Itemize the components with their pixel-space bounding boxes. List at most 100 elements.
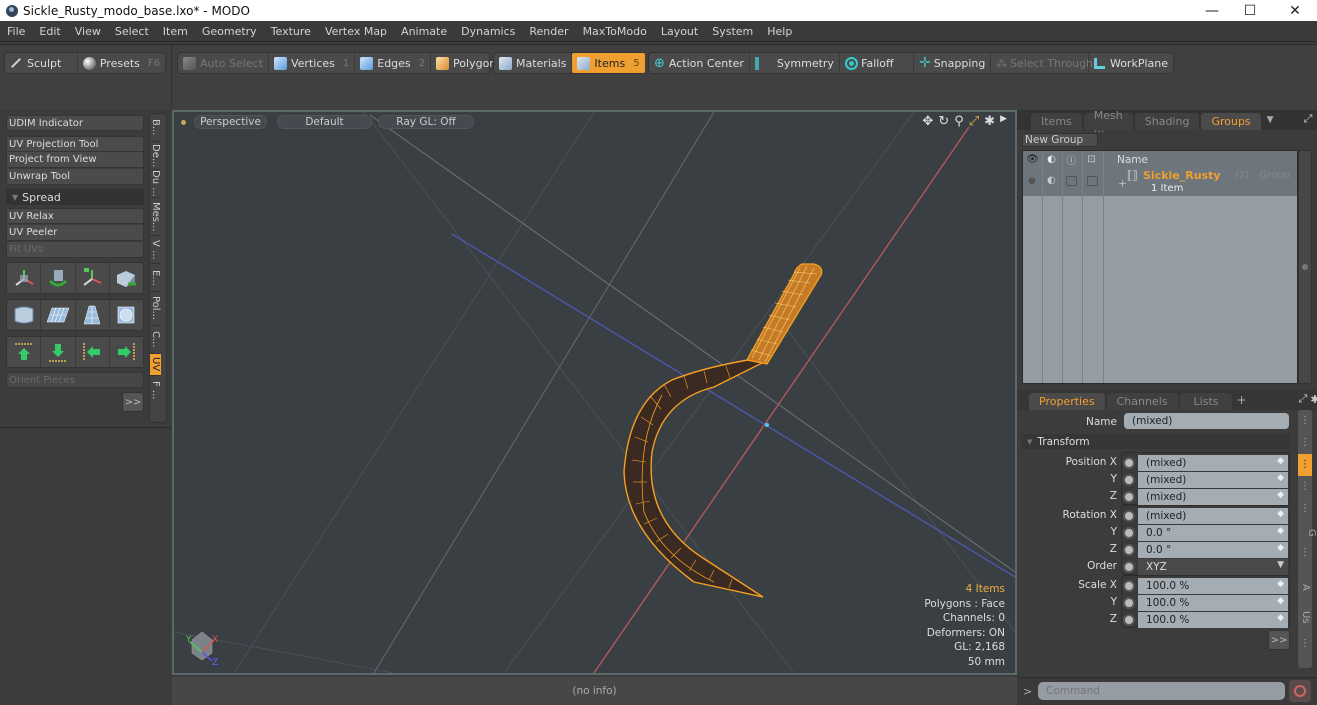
align-left-icon[interactable] xyxy=(76,337,110,367)
tab-channels[interactable]: Channels xyxy=(1106,393,1178,410)
keyframe-toggle[interactable] xyxy=(1123,474,1135,486)
keyframe-toggle[interactable] xyxy=(1123,457,1135,469)
menu-item[interactable]: Item xyxy=(156,25,195,38)
materials-button[interactable]: Materials xyxy=(494,53,573,73)
record-macro-button[interactable] xyxy=(1289,680,1311,702)
side-tab-us[interactable]: Us xyxy=(1298,602,1312,632)
lock-column-icon[interactable]: ⓘ xyxy=(1061,152,1082,167)
project-from-view-button[interactable]: Project from View xyxy=(6,152,144,168)
uv-cylinder-icon[interactable] xyxy=(7,300,42,330)
items-button[interactable]: Items 5 xyxy=(572,53,645,73)
vtab-basic[interactable]: B... xyxy=(150,114,161,142)
zoom-icon[interactable]: ⚲ xyxy=(954,114,964,129)
more-properties-button[interactable]: >> xyxy=(1268,630,1290,650)
vertices-button[interactable]: Vertices 1 xyxy=(269,53,356,73)
expand-panel-icon[interactable]: ⤢ xyxy=(1299,392,1308,406)
side-tab-5[interactable]: ⋮ xyxy=(1298,498,1312,520)
sickle-mesh[interactable] xyxy=(623,263,823,598)
keyframe-toggle[interactable] xyxy=(1123,561,1135,573)
orient-pieces-button[interactable]: Orient Pieces xyxy=(6,372,144,388)
uv-projection-tool-button[interactable]: UV Projection Tool xyxy=(6,136,144,152)
shading-dropdown[interactable]: Default xyxy=(277,115,372,129)
maximize-viewport-icon[interactable]: ⤢ xyxy=(969,114,979,129)
view-type-dropdown[interactable]: Perspective xyxy=(194,115,267,129)
edges-button[interactable]: Edges 2 xyxy=(355,53,432,73)
uv-scale-icon[interactable] xyxy=(76,263,110,293)
rotation-x-field[interactable]: (mixed) ◆ xyxy=(1138,508,1288,524)
pan-icon[interactable]: ✥ xyxy=(922,114,933,129)
tabs-dropdown-icon[interactable]: ▼ xyxy=(1267,115,1274,125)
uv-peeler-button[interactable]: UV Peeler xyxy=(6,225,144,241)
vtab-uv[interactable]: UV xyxy=(150,354,161,376)
side-tab-2[interactable]: ⋮ xyxy=(1298,432,1312,454)
menu-render[interactable]: Render xyxy=(522,25,575,38)
drag-value-icon[interactable]: ◆ xyxy=(1277,526,1284,536)
menu-file[interactable]: File xyxy=(0,25,32,38)
transform-section[interactable]: ▼ Transform xyxy=(1022,434,1290,449)
vtab-vertex[interactable]: V ... xyxy=(150,236,161,264)
more-tools-button[interactable]: >> xyxy=(122,392,144,412)
side-tab-7[interactable]: ⋮ xyxy=(1298,546,1312,572)
scale-x-field[interactable]: 100.0 % ◆ xyxy=(1138,578,1288,594)
workplane-button[interactable]: WorkPlane xyxy=(1089,53,1173,73)
tab-mesh[interactable]: Mesh ... xyxy=(1083,109,1133,135)
presets-button[interactable]: Presets F6 xyxy=(78,53,165,73)
menu-geometry[interactable]: Geometry xyxy=(195,25,264,38)
new-group-button[interactable]: New Group xyxy=(1022,133,1098,147)
rotation-y-field[interactable]: 0.0 ° ◆ xyxy=(1138,525,1288,541)
uv-move-icon[interactable] xyxy=(7,263,42,293)
uv-rotate-icon[interactable] xyxy=(41,263,76,293)
menu-help[interactable]: Help xyxy=(760,25,799,38)
row-lock-toggle[interactable] xyxy=(1066,176,1077,186)
spread-section[interactable]: ▼ Spread xyxy=(6,189,144,205)
viewport-menu-arrow-icon[interactable]: ▶ xyxy=(1000,114,1007,129)
expand-panel-icon[interactable]: ⤢ xyxy=(1304,112,1313,126)
menu-maxtomodo[interactable]: MaxToModo xyxy=(576,25,654,38)
vtab-edge[interactable]: E... xyxy=(150,264,161,292)
tab-items[interactable]: Items xyxy=(1031,113,1082,130)
keyframe-toggle[interactable] xyxy=(1123,527,1135,539)
rotation-z-field[interactable]: 0.0 ° ◆ xyxy=(1138,542,1288,558)
keyframe-toggle[interactable] xyxy=(1123,597,1135,609)
row-select-toggle[interactable] xyxy=(1087,176,1098,186)
row-visibility-icon[interactable]: ● xyxy=(1028,176,1036,186)
vtab-fusion[interactable]: F ... xyxy=(150,376,161,404)
raygl-toggle[interactable]: Ray GL: Off xyxy=(378,115,474,129)
vtab-curve[interactable]: C... xyxy=(150,326,161,354)
select-column-icon[interactable]: ⊡ xyxy=(1082,154,1101,165)
select-through-button[interactable]: ⁂ Select Through xyxy=(991,53,1093,73)
tab-properties[interactable]: Properties xyxy=(1029,393,1105,410)
3d-viewport[interactable]: X Y Z Perspective Default Ray GL: Off ✥ … xyxy=(172,110,1017,675)
vtab-duplicate[interactable]: Du ... xyxy=(150,170,161,198)
position-x-field[interactable]: (mixed) ◆ xyxy=(1138,455,1288,471)
drag-value-icon[interactable]: ◆ xyxy=(1277,613,1284,623)
uv-mirror-icon[interactable] xyxy=(110,263,143,293)
add-tab-button[interactable]: + xyxy=(1236,393,1246,407)
position-y-field[interactable]: (mixed) ◆ xyxy=(1138,472,1288,488)
position-z-field[interactable]: (mixed) ◆ xyxy=(1138,489,1288,505)
side-tab-a[interactable]: A xyxy=(1298,572,1312,602)
menu-select[interactable]: Select xyxy=(108,25,156,38)
menu-texture[interactable]: Texture xyxy=(264,25,318,38)
uv-sphere-icon[interactable] xyxy=(110,300,143,330)
action-center-button[interactable]: ⊕ Action Center xyxy=(649,53,750,73)
keyframe-toggle[interactable] xyxy=(1123,491,1135,503)
side-tab-10[interactable]: ⋮ xyxy=(1298,632,1312,656)
uv-planar-grid-icon[interactable] xyxy=(41,300,76,330)
scale-z-field[interactable]: 100.0 % ◆ xyxy=(1138,612,1288,628)
fit-uvs-button[interactable]: Fit UVs xyxy=(6,242,144,258)
unwrap-tool-button[interactable]: Unwrap Tool xyxy=(6,169,144,185)
sculpt-button[interactable]: Sculpt xyxy=(5,53,78,73)
name-column-header[interactable]: Name xyxy=(1117,154,1148,166)
vtab-mesh-edit[interactable]: Mes... xyxy=(150,198,161,236)
drag-value-icon[interactable]: ◆ xyxy=(1277,579,1284,589)
drag-value-icon[interactable]: ◆ xyxy=(1277,596,1284,606)
maximize-button[interactable]: ☐ xyxy=(1228,0,1272,21)
keyframe-toggle[interactable] xyxy=(1123,544,1135,556)
expand-group-icon[interactable]: + xyxy=(1118,177,1127,190)
keyframe-toggle[interactable] xyxy=(1123,580,1135,592)
name-field[interactable]: (mixed) xyxy=(1124,413,1289,429)
vtab-deform[interactable]: De... xyxy=(150,142,161,170)
drag-value-icon[interactable]: ◆ xyxy=(1277,490,1284,500)
tab-groups[interactable]: Groups xyxy=(1201,113,1261,130)
